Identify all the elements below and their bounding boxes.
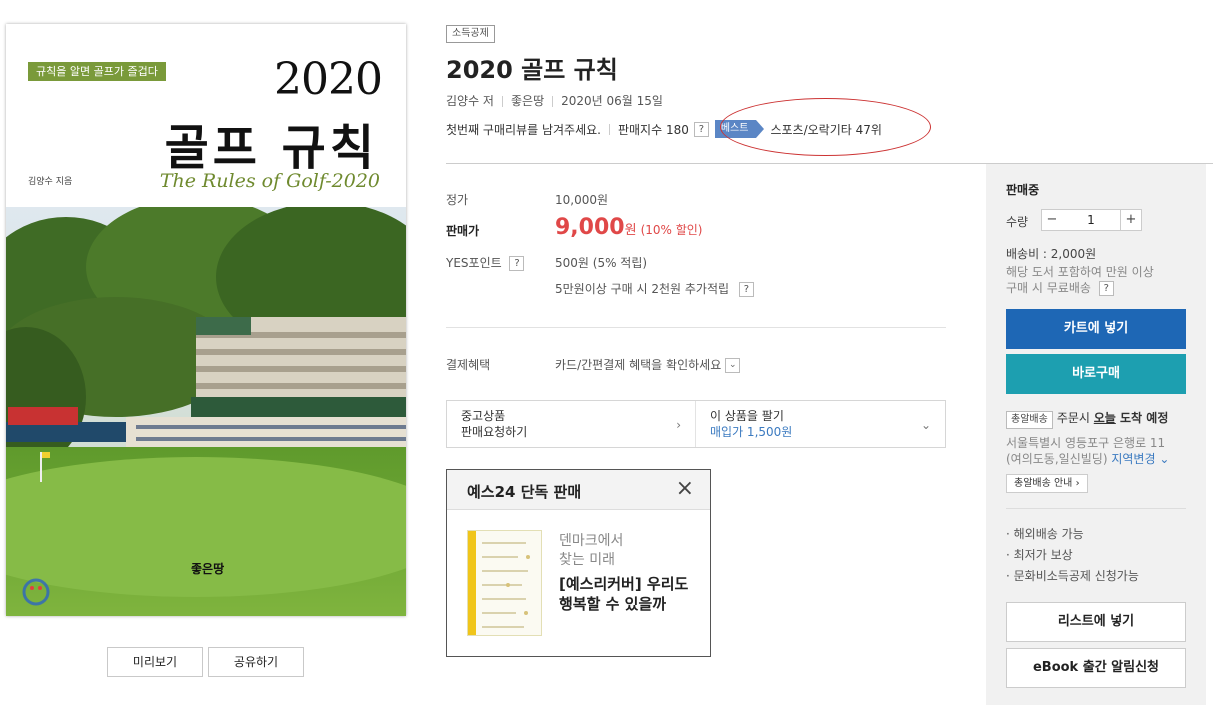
feature-lowest-price: · 최저가 보상 [1006, 548, 1073, 562]
help-icon[interactable]: ? [738, 282, 754, 297]
sale-price-label: 판매가 [446, 224, 480, 238]
chevron-down-icon: ⌄ [920, 418, 931, 432]
add-to-cart-button[interactable]: 카트에 넣기 [1006, 309, 1186, 349]
separator [552, 96, 554, 107]
ebook-alert-button[interactable]: eBook 출간 알림신청 [1006, 648, 1186, 688]
cover-year: 2020 [274, 54, 383, 105]
book-cover[interactable]: 규칙을 알면 골프가 즐겁다 2020 골프 규칙 The Rules of G… [6, 24, 406, 616]
sell-this-item[interactable]: 이 상품을 팔기 매입가 1,500원 ⌄ [696, 401, 945, 447]
recommend-title-link[interactable]: [예스리커버] 우리도 행복할 수 있을까 [559, 574, 699, 614]
points-extra: 5만원이상 구매 시 2천원 추가적립 [555, 282, 730, 296]
delivery-post: 도착 예정 [1115, 411, 1169, 425]
used-left-line1: 중고상품 [461, 409, 506, 423]
publish-date: 2020년 06월 15일 [561, 94, 663, 108]
author-link[interactable]: 김양수 저 [446, 94, 494, 108]
help-icon[interactable]: ? [1098, 281, 1114, 296]
review-prompt-link[interactable]: 첫번째 구매리뷰를 남겨주세요. [446, 121, 601, 138]
sale-price-number: 9,000 [555, 215, 625, 240]
points-label-row: YES포인트 ? [446, 254, 525, 271]
feature-culture-deduction: · 문화비소득공제 신청가능 [1006, 569, 1139, 583]
buy-now-button[interactable]: 바로구매 [1006, 354, 1186, 394]
delivery-address-building: (여의도동,일신빌딩) [1006, 452, 1108, 466]
cover-golf-photo [6, 207, 406, 616]
chevron-right-icon: › [676, 418, 681, 432]
feature-overseas: · 해외배송 가능 [1006, 527, 1084, 541]
used-right-line1: 이 상품을 팔기 [710, 409, 784, 423]
shipping-fee: 배송비 : 2,000원 [1006, 247, 1097, 261]
quantity-decrease-button[interactable]: − [1041, 209, 1063, 231]
help-icon[interactable]: ? [693, 121, 709, 137]
cover-english-title: The Rules of Golf-2020 [159, 170, 380, 192]
sale-price: 9,000원 (10% 할인) [555, 215, 703, 240]
share-button[interactable]: 공유하기 [208, 647, 304, 677]
preview-button[interactable]: 미리보기 [107, 647, 203, 677]
region-change-label: 지역변경 [1111, 452, 1156, 466]
book-meta: 김양수 저 좋은땅 2020년 06월 15일 [446, 92, 663, 109]
quantity-input[interactable]: 1 [1062, 209, 1120, 231]
buyback-price: 매입가 1,500원 [710, 425, 793, 439]
book-title: 2020 골프 규칙 [446, 56, 618, 84]
chevron-right-icon: › [1072, 478, 1080, 489]
cover-publisher: 좋은땅 [191, 562, 225, 576]
recommend-subtitle-line1: 덴마크에서 [559, 533, 624, 549]
delivery-today: 오늘 [1093, 411, 1116, 425]
delivery-address-line1: 서울특별시 영등포구 은행로 11 [1006, 436, 1166, 450]
list-price-value: 10,000원 [555, 193, 609, 207]
separator [608, 123, 610, 135]
purchase-sidebar: 판매중 수량 − 1 + 배송비 : 2,000원 해당 도서 포함하여 만원 … [986, 164, 1206, 705]
cover-author: 김양수 지음 [28, 177, 73, 187]
express-delivery-guide-label: 총알배송 안내 [1014, 478, 1073, 489]
region-change-link[interactable]: 지역변경 ⌄ [1111, 452, 1169, 466]
annotation-circle [720, 98, 931, 156]
used-goods-box: 중고상품 판매요청하기 › 이 상품을 팔기 매입가 1,500원 ⌄ [446, 400, 946, 448]
exclusive-header: 예스24 단독 판매 × [447, 470, 710, 510]
quantity-label: 수량 [1006, 215, 1029, 229]
cover-title: 골프 규칙 [164, 120, 378, 176]
separator [501, 96, 503, 107]
sale-status: 판매중 [1006, 183, 1040, 197]
payment-label: 결제혜택 [446, 358, 491, 372]
delivery-estimate: 총알배송 주문시 오늘 도착 예정 [1006, 409, 1168, 429]
thumbnail-doodles [482, 542, 530, 628]
recommend-subtitle-line2: 찾는 미래 [559, 552, 615, 568]
shipping-note-line1: 해당 도서 포함하여 만원 이상 [1006, 265, 1154, 279]
chevron-down-icon: ⌄ [1155, 452, 1170, 466]
express-delivery-guide-button[interactable]: 총알배송 안내 › [1006, 474, 1088, 493]
add-to-list-button[interactable]: 리스트에 넣기 [1006, 602, 1186, 642]
sales-index: 판매지수 180 [617, 122, 689, 137]
payment-benefit[interactable]: 카드/간편결제 혜택을 확인하세요 ⌄ [555, 356, 741, 373]
payment-benefit-text[interactable]: 카드/간편결제 혜택을 확인하세요 [555, 358, 721, 372]
divider [1006, 508, 1186, 509]
income-deduction-badge: 소득공제 [446, 25, 495, 43]
close-icon[interactable]: × [676, 478, 694, 500]
sale-price-unit: 원 [624, 223, 637, 238]
shipping-note-text: 구매 시 무료배송 [1006, 281, 1091, 295]
divider [446, 327, 946, 328]
discount-rate: (10% 할인) [640, 223, 703, 237]
recommended-book-thumbnail[interactable] [467, 530, 542, 636]
delivery-address-line2: (여의도동,일신빌딩) 지역변경 ⌄ [1006, 450, 1169, 467]
points-extra-row: 5만원이상 구매 시 2천원 추가적립 ? [555, 280, 754, 297]
exclusive-popup: 예스24 단독 판매 × 덴마크에서 찾는 미래 [예스리커버] 우리도 행복할… [446, 469, 711, 657]
shipping-note-line2: 구매 시 무료배송 ? [1006, 279, 1114, 296]
express-delivery-tag: 총알배송 [1006, 411, 1053, 429]
cover-title-area: 규칙을 알면 골프가 즐겁다 2020 골프 규칙 The Rules of G… [6, 24, 406, 207]
exclusive-title: 예스24 단독 판매 [467, 483, 582, 501]
list-price-label: 정가 [446, 193, 469, 207]
cover-badge: 규칙을 알면 골프가 즐겁다 [28, 62, 166, 81]
quantity-increase-button[interactable]: + [1120, 209, 1142, 231]
points-label: YES포인트 [446, 256, 502, 270]
publisher-link[interactable]: 좋은땅 [511, 94, 544, 108]
delivery-pre: 주문시 [1056, 411, 1094, 425]
used-sell-request[interactable]: 중고상품 판매요청하기 › [447, 401, 696, 447]
chevron-down-icon[interactable]: ⌄ [725, 358, 741, 373]
used-left-line2: 판매요청하기 [461, 425, 528, 439]
points-value: 500원 (5% 적립) [555, 256, 648, 270]
help-icon[interactable]: ? [509, 256, 525, 271]
